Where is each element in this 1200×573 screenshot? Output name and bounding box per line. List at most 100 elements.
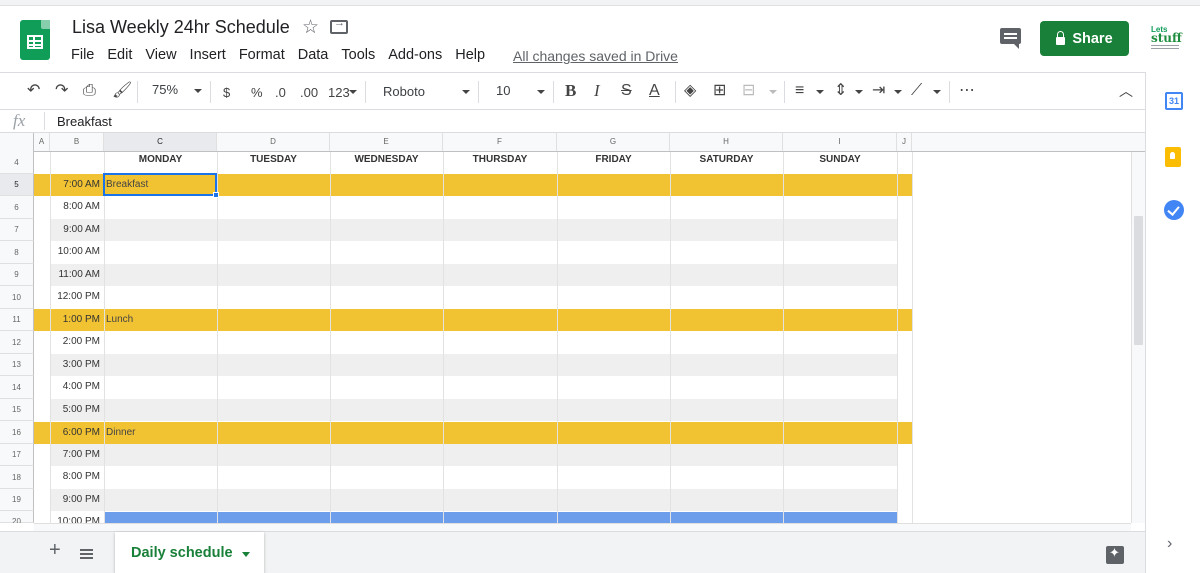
calendar-icon[interactable]: 31 bbox=[1165, 92, 1183, 110]
valign-icon[interactable]: ⇕ bbox=[834, 81, 847, 101]
active-cell-selection[interactable] bbox=[103, 173, 217, 196]
column-header-j[interactable]: J bbox=[897, 133, 912, 151]
row-header[interactable]: 11 bbox=[0, 309, 34, 331]
header-sunday[interactable]: SUNDAY bbox=[783, 152, 897, 174]
row-header[interactable]: 18 bbox=[0, 466, 34, 489]
move-icon[interactable] bbox=[330, 17, 348, 34]
event-cell[interactable]: Lunch bbox=[106, 309, 133, 331]
comment-icon[interactable] bbox=[1000, 28, 1021, 49]
time-cell[interactable]: 9:00 AM bbox=[50, 219, 100, 241]
column-header-d[interactable]: D bbox=[217, 133, 330, 151]
decrease-decimals-button[interactable]: .0 bbox=[275, 83, 286, 103]
time-cell[interactable]: 10:00 PM bbox=[50, 511, 100, 523]
row-header[interactable]: 17 bbox=[0, 444, 34, 466]
sheets-logo-icon[interactable] bbox=[20, 20, 50, 60]
share-button[interactable]: Share bbox=[1040, 21, 1129, 56]
menu-view[interactable]: View bbox=[145, 47, 176, 63]
row-header[interactable]: 16 bbox=[0, 421, 34, 444]
column-header-e[interactable]: E bbox=[330, 133, 443, 151]
row-header[interactable]: 9 bbox=[0, 264, 34, 286]
tasks-icon[interactable] bbox=[1164, 200, 1184, 220]
column-header-b[interactable]: B bbox=[50, 133, 104, 151]
bold-button[interactable]: B bbox=[565, 81, 576, 101]
time-cell[interactable]: 4:00 PM bbox=[50, 376, 100, 398]
menu-addons[interactable]: Add-ons bbox=[388, 47, 442, 63]
menu-file[interactable]: File bbox=[71, 47, 94, 63]
column-header-h[interactable]: H bbox=[670, 133, 783, 151]
header-monday[interactable]: MONDAY bbox=[104, 152, 217, 174]
row-header[interactable]: 5 bbox=[0, 174, 34, 196]
currency-button[interactable]: $ bbox=[223, 83, 230, 103]
time-cell[interactable]: 6:00 PM bbox=[50, 422, 100, 444]
paint-format-icon[interactable]: 🖌 bbox=[112, 81, 132, 101]
row-header[interactable]: 14 bbox=[0, 376, 34, 399]
text-color-button[interactable]: A bbox=[649, 81, 660, 101]
fill-color-icon[interactable]: ◈ bbox=[684, 81, 696, 101]
select-all-corner[interactable] bbox=[0, 133, 34, 152]
redo-icon[interactable]: ↷ bbox=[55, 81, 68, 101]
menu-format[interactable]: Format bbox=[239, 47, 285, 63]
column-header-g[interactable]: G bbox=[557, 133, 670, 151]
time-cell[interactable]: 11:00 AM bbox=[50, 264, 100, 286]
star-icon[interactable]: ☆ bbox=[302, 16, 319, 39]
time-cell[interactable]: 7:00 AM bbox=[50, 174, 100, 196]
time-cell[interactable]: 7:00 PM bbox=[50, 444, 100, 466]
menu-insert[interactable]: Insert bbox=[190, 47, 226, 63]
time-cell[interactable]: 10:00 AM bbox=[50, 241, 100, 263]
column-header-a[interactable]: A bbox=[34, 133, 50, 151]
menu-help[interactable]: Help bbox=[455, 47, 485, 63]
keep-icon[interactable] bbox=[1165, 147, 1181, 167]
print-icon[interactable]: ⎙ bbox=[83, 81, 96, 101]
chevron-right-icon[interactable]: › bbox=[1167, 535, 1172, 553]
header-tuesday[interactable]: TUESDAY bbox=[217, 152, 330, 174]
add-sheet-icon[interactable]: + bbox=[49, 539, 61, 562]
header-wednesday[interactable]: WEDNESDAY bbox=[330, 152, 443, 174]
menu-tools[interactable]: Tools bbox=[341, 47, 375, 63]
font-select[interactable]: Roboto bbox=[383, 84, 425, 99]
header-saturday[interactable]: SATURDAY bbox=[670, 152, 783, 174]
event-cell[interactable]: Dinner bbox=[106, 422, 135, 444]
explore-icon[interactable] bbox=[1106, 545, 1124, 564]
time-cell[interactable]: 3:00 PM bbox=[50, 354, 100, 376]
formula-input[interactable]: Breakfast bbox=[57, 114, 112, 129]
menu-data[interactable]: Data bbox=[298, 47, 329, 63]
row-header[interactable]: 6 bbox=[0, 196, 34, 219]
vertical-scrollbar[interactable] bbox=[1131, 152, 1145, 523]
number-format-button[interactable]: 123 bbox=[328, 83, 350, 103]
strikethrough-button[interactable]: S bbox=[621, 81, 632, 101]
time-cell[interactable]: 9:00 PM bbox=[50, 489, 100, 511]
row-header[interactable]: 15 bbox=[0, 399, 34, 421]
wrap-icon[interactable]: ⇥ bbox=[872, 81, 885, 101]
row-header[interactable]: 8 bbox=[0, 241, 34, 264]
time-cell[interactable]: 2:00 PM bbox=[50, 331, 100, 353]
scrollbar-thumb[interactable] bbox=[1134, 216, 1143, 345]
time-cell[interactable]: 8:00 AM bbox=[50, 196, 100, 218]
fill-handle[interactable] bbox=[213, 192, 219, 198]
increase-decimals-button[interactable]: .00 bbox=[300, 83, 318, 103]
row-header[interactable]: 7 bbox=[0, 219, 34, 241]
zoom-select[interactable]: 75% bbox=[152, 82, 178, 97]
percent-button[interactable]: % bbox=[251, 83, 263, 103]
merge-icon[interactable]: ⊟ bbox=[742, 81, 755, 101]
header-friday[interactable]: FRIDAY bbox=[557, 152, 670, 174]
font-size-select[interactable]: 10 bbox=[496, 83, 510, 98]
header-thursday[interactable]: THURSDAY bbox=[443, 152, 557, 174]
all-sheets-icon[interactable] bbox=[80, 549, 93, 551]
row-header[interactable]: 4 bbox=[0, 152, 34, 174]
time-cell[interactable]: 8:00 PM bbox=[50, 466, 100, 488]
spreadsheet-grid[interactable]: A B C D E F G H I J MONDAY TUESDAY WEDNE… bbox=[0, 133, 1145, 523]
column-header-f[interactable]: F bbox=[443, 133, 557, 151]
row-header[interactable]: 20 bbox=[0, 511, 34, 523]
time-cell[interactable]: 5:00 PM bbox=[50, 399, 100, 421]
save-status-link[interactable]: All changes saved in Drive bbox=[513, 48, 678, 64]
horizontal-scrollbar[interactable] bbox=[34, 523, 1131, 531]
row-header[interactable]: 13 bbox=[0, 354, 34, 376]
chevron-up-icon[interactable]: ︿ bbox=[1119, 81, 1133, 101]
time-cell[interactable]: 12:00 PM bbox=[50, 286, 100, 308]
borders-icon[interactable]: ⊞ bbox=[713, 81, 726, 101]
rotate-icon[interactable]: ⟋ bbox=[911, 81, 922, 101]
document-title[interactable]: Lisa Weekly 24hr Schedule bbox=[72, 17, 290, 38]
undo-icon[interactable]: ↶ bbox=[27, 81, 40, 101]
row-header[interactable]: 12 bbox=[0, 331, 34, 354]
column-header-c[interactable]: C bbox=[104, 133, 217, 151]
